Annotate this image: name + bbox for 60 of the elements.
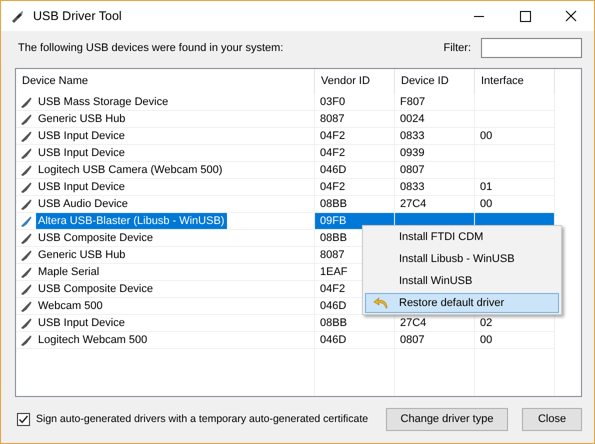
table-cell-text: 046D bbox=[319, 333, 348, 348]
column-header[interactable]: Interface bbox=[475, 69, 555, 94]
table-cell-text: 00 bbox=[479, 197, 494, 212]
device-name[interactable]: Logitech USB Camera (Webcam 500) bbox=[36, 162, 226, 178]
table-cell-text: 27C4 bbox=[399, 197, 428, 212]
table-cell-text: 8087 bbox=[319, 112, 346, 127]
device-name[interactable]: Generic USB Hub bbox=[36, 247, 128, 263]
table-cell-text: 0833 bbox=[399, 129, 426, 144]
table-cell-text: 0807 bbox=[399, 333, 426, 348]
table-cell-text: 08BB bbox=[319, 316, 348, 331]
device-name[interactable]: Generic USB Hub bbox=[36, 111, 128, 127]
table-cell-text: 04F2 bbox=[319, 146, 346, 161]
table-cell-text: 0024 bbox=[399, 112, 426, 127]
device-name[interactable]: USB Input Device bbox=[36, 128, 128, 144]
table-cell-text: 00 bbox=[479, 333, 494, 348]
device-name[interactable]: USB Composite Device bbox=[36, 230, 156, 246]
column-header[interactable]: Device ID bbox=[395, 69, 475, 94]
table-cell-text: F807 bbox=[399, 95, 426, 110]
table-cell-text: 04F2 bbox=[319, 129, 346, 144]
table-cell-text: 046D bbox=[319, 163, 348, 178]
device-name[interactable]: Maple Serial bbox=[36, 264, 102, 280]
checkbox-label: Sign auto-generated drivers with a temporary auto-generated certificate bbox=[36, 413, 368, 425]
menu-item[interactable]: Restore default driver bbox=[365, 293, 559, 313]
menu-item[interactable]: Install Libusb - WinUSB bbox=[365, 249, 559, 269]
table-cell-text: 8087 bbox=[319, 248, 346, 263]
table-cell-text: 1EAF bbox=[319, 265, 349, 280]
change-driver-type-button[interactable]: Change driver type bbox=[386, 408, 508, 430]
device-name[interactable]: USB Input Device bbox=[36, 145, 128, 161]
table-cell-text: 0807 bbox=[399, 163, 426, 178]
table-cell-text: 0939 bbox=[399, 146, 426, 161]
table-cell-text: 27C4 bbox=[399, 316, 428, 331]
table-cell-text: 08BB bbox=[319, 197, 348, 212]
table-cell-text: 08BB bbox=[319, 231, 348, 246]
table-cell-text: 04F2 bbox=[319, 282, 346, 297]
table-cell-text: 01 bbox=[479, 180, 494, 195]
device-name[interactable]: USB Audio Device bbox=[36, 196, 131, 212]
window-title: USB Driver Tool bbox=[33, 9, 123, 23]
table-cell-text: 04F2 bbox=[319, 180, 346, 195]
filter-field[interactable] bbox=[481, 38, 582, 58]
menu-item[interactable]: Install FTDI CDM bbox=[365, 227, 559, 247]
column-header[interactable]: Device Name bbox=[16, 69, 315, 94]
device-name[interactable]: USB Input Device bbox=[36, 179, 128, 195]
device-name[interactable]: USB Composite Device bbox=[36, 281, 156, 297]
device-name[interactable]: USB Mass Storage Device bbox=[36, 94, 172, 110]
close-button[interactable]: Close bbox=[522, 408, 582, 430]
undo-arrow-icon bbox=[373, 297, 389, 309]
checkbox[interactable] bbox=[17, 412, 30, 426]
table-cell-text: 03F0 bbox=[319, 95, 346, 110]
device-name[interactable]: Logitech Webcam 500 bbox=[36, 332, 150, 348]
device-name[interactable]: USB Input Device bbox=[36, 315, 128, 331]
table-cell-text: 0833 bbox=[399, 180, 426, 195]
table-cell-text: 00 bbox=[479, 129, 494, 144]
device-name[interactable]: Altera USB-Blaster (Libusb - WinUSB) bbox=[36, 213, 228, 229]
table-cell-text: 02 bbox=[479, 316, 494, 331]
column-header[interactable]: Vendor ID bbox=[315, 69, 395, 94]
intro-text: The following USB devices were found in your system: bbox=[17, 42, 284, 54]
menu-item[interactable]: Install WinUSB bbox=[365, 271, 559, 291]
device-name[interactable]: Webcam 500 bbox=[36, 298, 106, 314]
table-cell-text: 046D bbox=[319, 299, 348, 314]
filter-label: Filter: bbox=[444, 42, 471, 54]
